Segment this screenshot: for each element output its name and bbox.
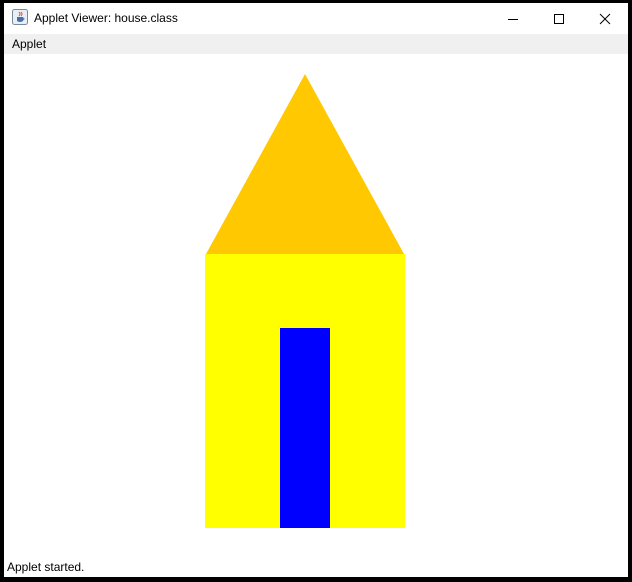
house-door — [280, 328, 330, 528]
close-icon — [599, 13, 611, 24]
menu-bar: Applet — [4, 34, 628, 54]
menu-applet[interactable]: Applet — [12, 37, 46, 51]
java-coffee-icon — [12, 9, 28, 25]
minimize-button[interactable] — [490, 3, 536, 34]
applet-viewer-window: Applet Viewer: house.class Applet Applet… — [4, 3, 628, 577]
close-button[interactable] — [582, 3, 628, 34]
maximize-button[interactable] — [536, 3, 582, 34]
minimize-icon — [508, 18, 518, 20]
window-title: Applet Viewer: house.class — [34, 11, 178, 25]
house-drawing — [205, 74, 405, 528]
title-bar[interactable]: Applet Viewer: house.class — [4, 3, 628, 34]
maximize-icon — [554, 13, 564, 24]
applet-canvas — [4, 54, 628, 555]
status-text: Applet started. — [7, 560, 85, 574]
house-roof — [206, 74, 404, 254]
status-bar: Applet started. — [4, 555, 628, 577]
